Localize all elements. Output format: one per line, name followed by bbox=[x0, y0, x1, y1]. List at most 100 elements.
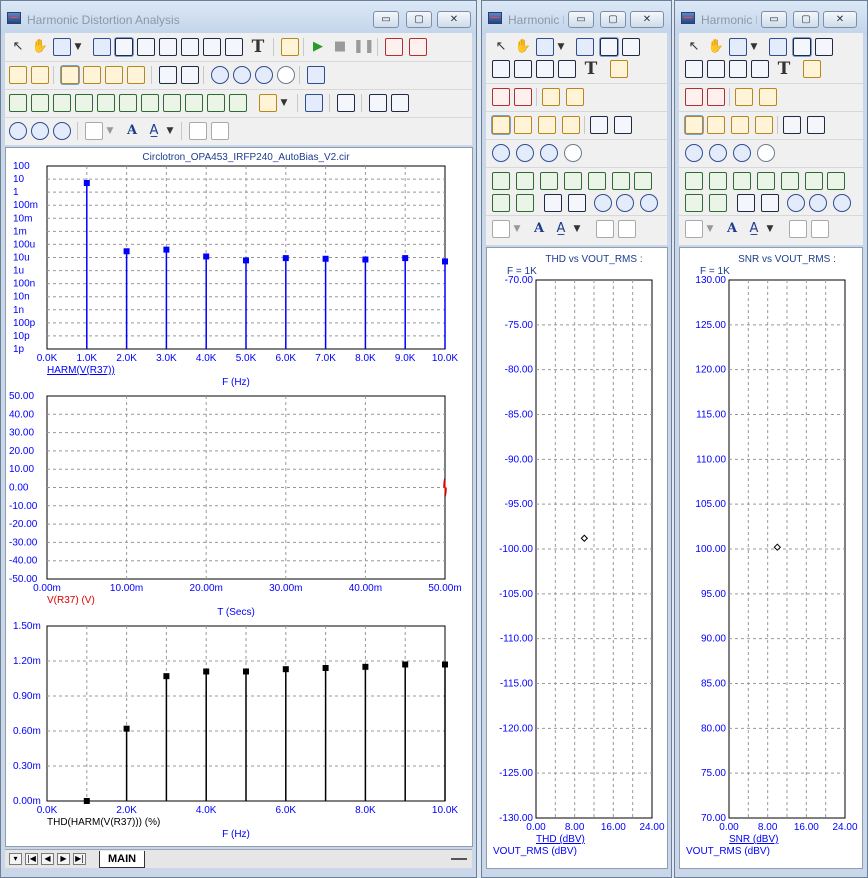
font-icon[interactable]: A bbox=[123, 122, 141, 140]
function-icon[interactable] bbox=[225, 38, 243, 56]
tab-main[interactable]: MAIN bbox=[99, 851, 146, 868]
grid-layout-icon[interactable] bbox=[685, 220, 703, 238]
minor-grid-icon[interactable] bbox=[566, 88, 584, 106]
zoom-reset-icon[interactable] bbox=[564, 144, 582, 162]
horizontal-icon[interactable] bbox=[590, 116, 608, 134]
axis-2-icon[interactable] bbox=[562, 116, 580, 134]
image-icon[interactable] bbox=[93, 38, 111, 56]
cross-icon[interactable] bbox=[807, 116, 825, 134]
zoom-reset-icon[interactable] bbox=[757, 144, 775, 162]
copy-icon[interactable] bbox=[536, 38, 554, 56]
close-button[interactable]: ✕ bbox=[437, 11, 471, 28]
maximum-icon[interactable] bbox=[492, 60, 510, 78]
zoom-fit-icon[interactable] bbox=[53, 122, 71, 140]
inflection-icon[interactable] bbox=[536, 60, 554, 78]
data-points-icon[interactable] bbox=[137, 38, 155, 56]
zoom-fit-icon[interactable] bbox=[640, 194, 658, 212]
cursor-mode-2-icon[interactable] bbox=[514, 88, 532, 106]
close-button[interactable]: ✕ bbox=[630, 11, 664, 28]
peak-icon[interactable] bbox=[9, 94, 27, 112]
valley-icon[interactable] bbox=[31, 94, 49, 112]
chevron-down-icon[interactable]: ▼ bbox=[556, 38, 566, 56]
image-icon[interactable] bbox=[576, 38, 594, 56]
inflection-icon[interactable] bbox=[203, 38, 221, 56]
axis-2-icon[interactable] bbox=[127, 66, 145, 84]
select-arrow-icon[interactable]: ↖ bbox=[685, 38, 703, 56]
tag-icon[interactable] bbox=[737, 194, 755, 212]
chevron-down-icon[interactable]: ▼ bbox=[765, 220, 775, 238]
zoom-x-icon[interactable] bbox=[685, 144, 703, 162]
high-icon[interactable] bbox=[540, 172, 558, 190]
peak-icon[interactable] bbox=[492, 172, 510, 190]
maximum-icon[interactable] bbox=[685, 60, 703, 78]
main-plot-area[interactable]: Circlotron_OPA453_IRFP240_AutoBias_V2.ci… bbox=[6, 148, 472, 846]
tag-2-icon[interactable] bbox=[391, 94, 409, 112]
rise-icon[interactable] bbox=[612, 172, 630, 190]
zoom-out-icon[interactable] bbox=[31, 122, 49, 140]
list-icon[interactable] bbox=[305, 94, 323, 112]
axis-icon[interactable] bbox=[105, 66, 123, 84]
first-tab-button[interactable]: |◀ bbox=[25, 853, 38, 865]
chevron-down-icon[interactable]: ▼ bbox=[749, 38, 759, 56]
low-icon[interactable] bbox=[757, 172, 775, 190]
stop-icon[interactable]: ■ bbox=[331, 38, 349, 56]
select-arrow-icon[interactable]: ↖ bbox=[9, 38, 27, 56]
color-icon[interactable]: A̲ bbox=[745, 220, 763, 238]
close-button[interactable]: ✕ bbox=[823, 11, 857, 28]
copy-icon[interactable] bbox=[53, 38, 71, 56]
token-icon[interactable] bbox=[61, 66, 79, 84]
zoom-out-icon[interactable] bbox=[809, 194, 827, 212]
properties-icon[interactable] bbox=[803, 60, 821, 78]
properties-icon[interactable] bbox=[281, 38, 299, 56]
left-icon[interactable] bbox=[492, 194, 510, 212]
scale-icon[interactable] bbox=[115, 38, 133, 56]
valley-icon[interactable] bbox=[709, 172, 727, 190]
fall-icon[interactable] bbox=[141, 94, 159, 112]
pan-hand-icon[interactable]: ✋ bbox=[707, 38, 725, 56]
title-bar[interactable]: Harmonic Distortion Analysis ▭ ▢ ✕ bbox=[675, 1, 867, 35]
group-icon[interactable] bbox=[596, 220, 614, 238]
top-icon[interactable] bbox=[207, 94, 225, 112]
minimum-icon[interactable] bbox=[707, 60, 725, 78]
clipboard-icon[interactable] bbox=[259, 94, 277, 112]
high-icon[interactable] bbox=[733, 172, 751, 190]
chevron-down-icon[interactable]: ▼ bbox=[705, 220, 715, 238]
color-icon[interactable]: A̲ bbox=[552, 220, 570, 238]
group-icon[interactable] bbox=[789, 220, 807, 238]
maximize-button[interactable]: ▢ bbox=[600, 11, 626, 28]
thd-plot-area[interactable]: THD vs VOUT_RMS :F = 1K-70.00-75.00-80.0… bbox=[487, 248, 667, 868]
tag-icon[interactable] bbox=[544, 194, 562, 212]
image-icon[interactable] bbox=[769, 38, 787, 56]
properties-icon[interactable] bbox=[610, 60, 628, 78]
grid-layout-icon[interactable] bbox=[85, 122, 103, 140]
cursor-mode-icon[interactable] bbox=[385, 38, 403, 56]
scale-icon[interactable] bbox=[793, 38, 811, 56]
zoom-reset-icon[interactable] bbox=[277, 66, 295, 84]
zoom-y-icon[interactable] bbox=[709, 144, 727, 162]
chevron-down-icon[interactable]: ▼ bbox=[512, 220, 522, 238]
left-icon[interactable] bbox=[163, 94, 181, 112]
tag-2-icon[interactable] bbox=[761, 194, 779, 212]
text-tool-icon[interactable]: T bbox=[249, 38, 267, 56]
peak-icon[interactable] bbox=[685, 172, 703, 190]
minimize-button[interactable]: ▭ bbox=[373, 11, 399, 28]
data-points-icon[interactable] bbox=[622, 38, 640, 56]
chevron-down-icon[interactable]: ▼ bbox=[279, 94, 289, 112]
minimum-icon[interactable] bbox=[514, 60, 532, 78]
minimize-button[interactable]: ▭ bbox=[761, 11, 787, 28]
axis-icon[interactable] bbox=[538, 116, 556, 134]
chevron-down-icon[interactable]: ▼ bbox=[165, 122, 175, 140]
zoom-fx-icon[interactable] bbox=[733, 144, 751, 162]
text-tool-icon[interactable]: T bbox=[775, 60, 793, 78]
minor-grid-icon[interactable] bbox=[759, 88, 777, 106]
grid-icon[interactable] bbox=[9, 66, 27, 84]
run-icon[interactable]: ▶ bbox=[309, 38, 327, 56]
zoom-fit-icon[interactable] bbox=[833, 194, 851, 212]
function-icon[interactable] bbox=[751, 60, 769, 78]
numeric-icon[interactable] bbox=[337, 94, 355, 112]
title-bar[interactable]: Harmonic Distortion Analysis ▭ ▢ ✕ bbox=[1, 1, 476, 35]
scale-icon[interactable] bbox=[600, 38, 618, 56]
cursor-mode-2-icon[interactable] bbox=[707, 88, 725, 106]
tag-2-icon[interactable] bbox=[568, 194, 586, 212]
zoom-fx-icon[interactable] bbox=[255, 66, 273, 84]
